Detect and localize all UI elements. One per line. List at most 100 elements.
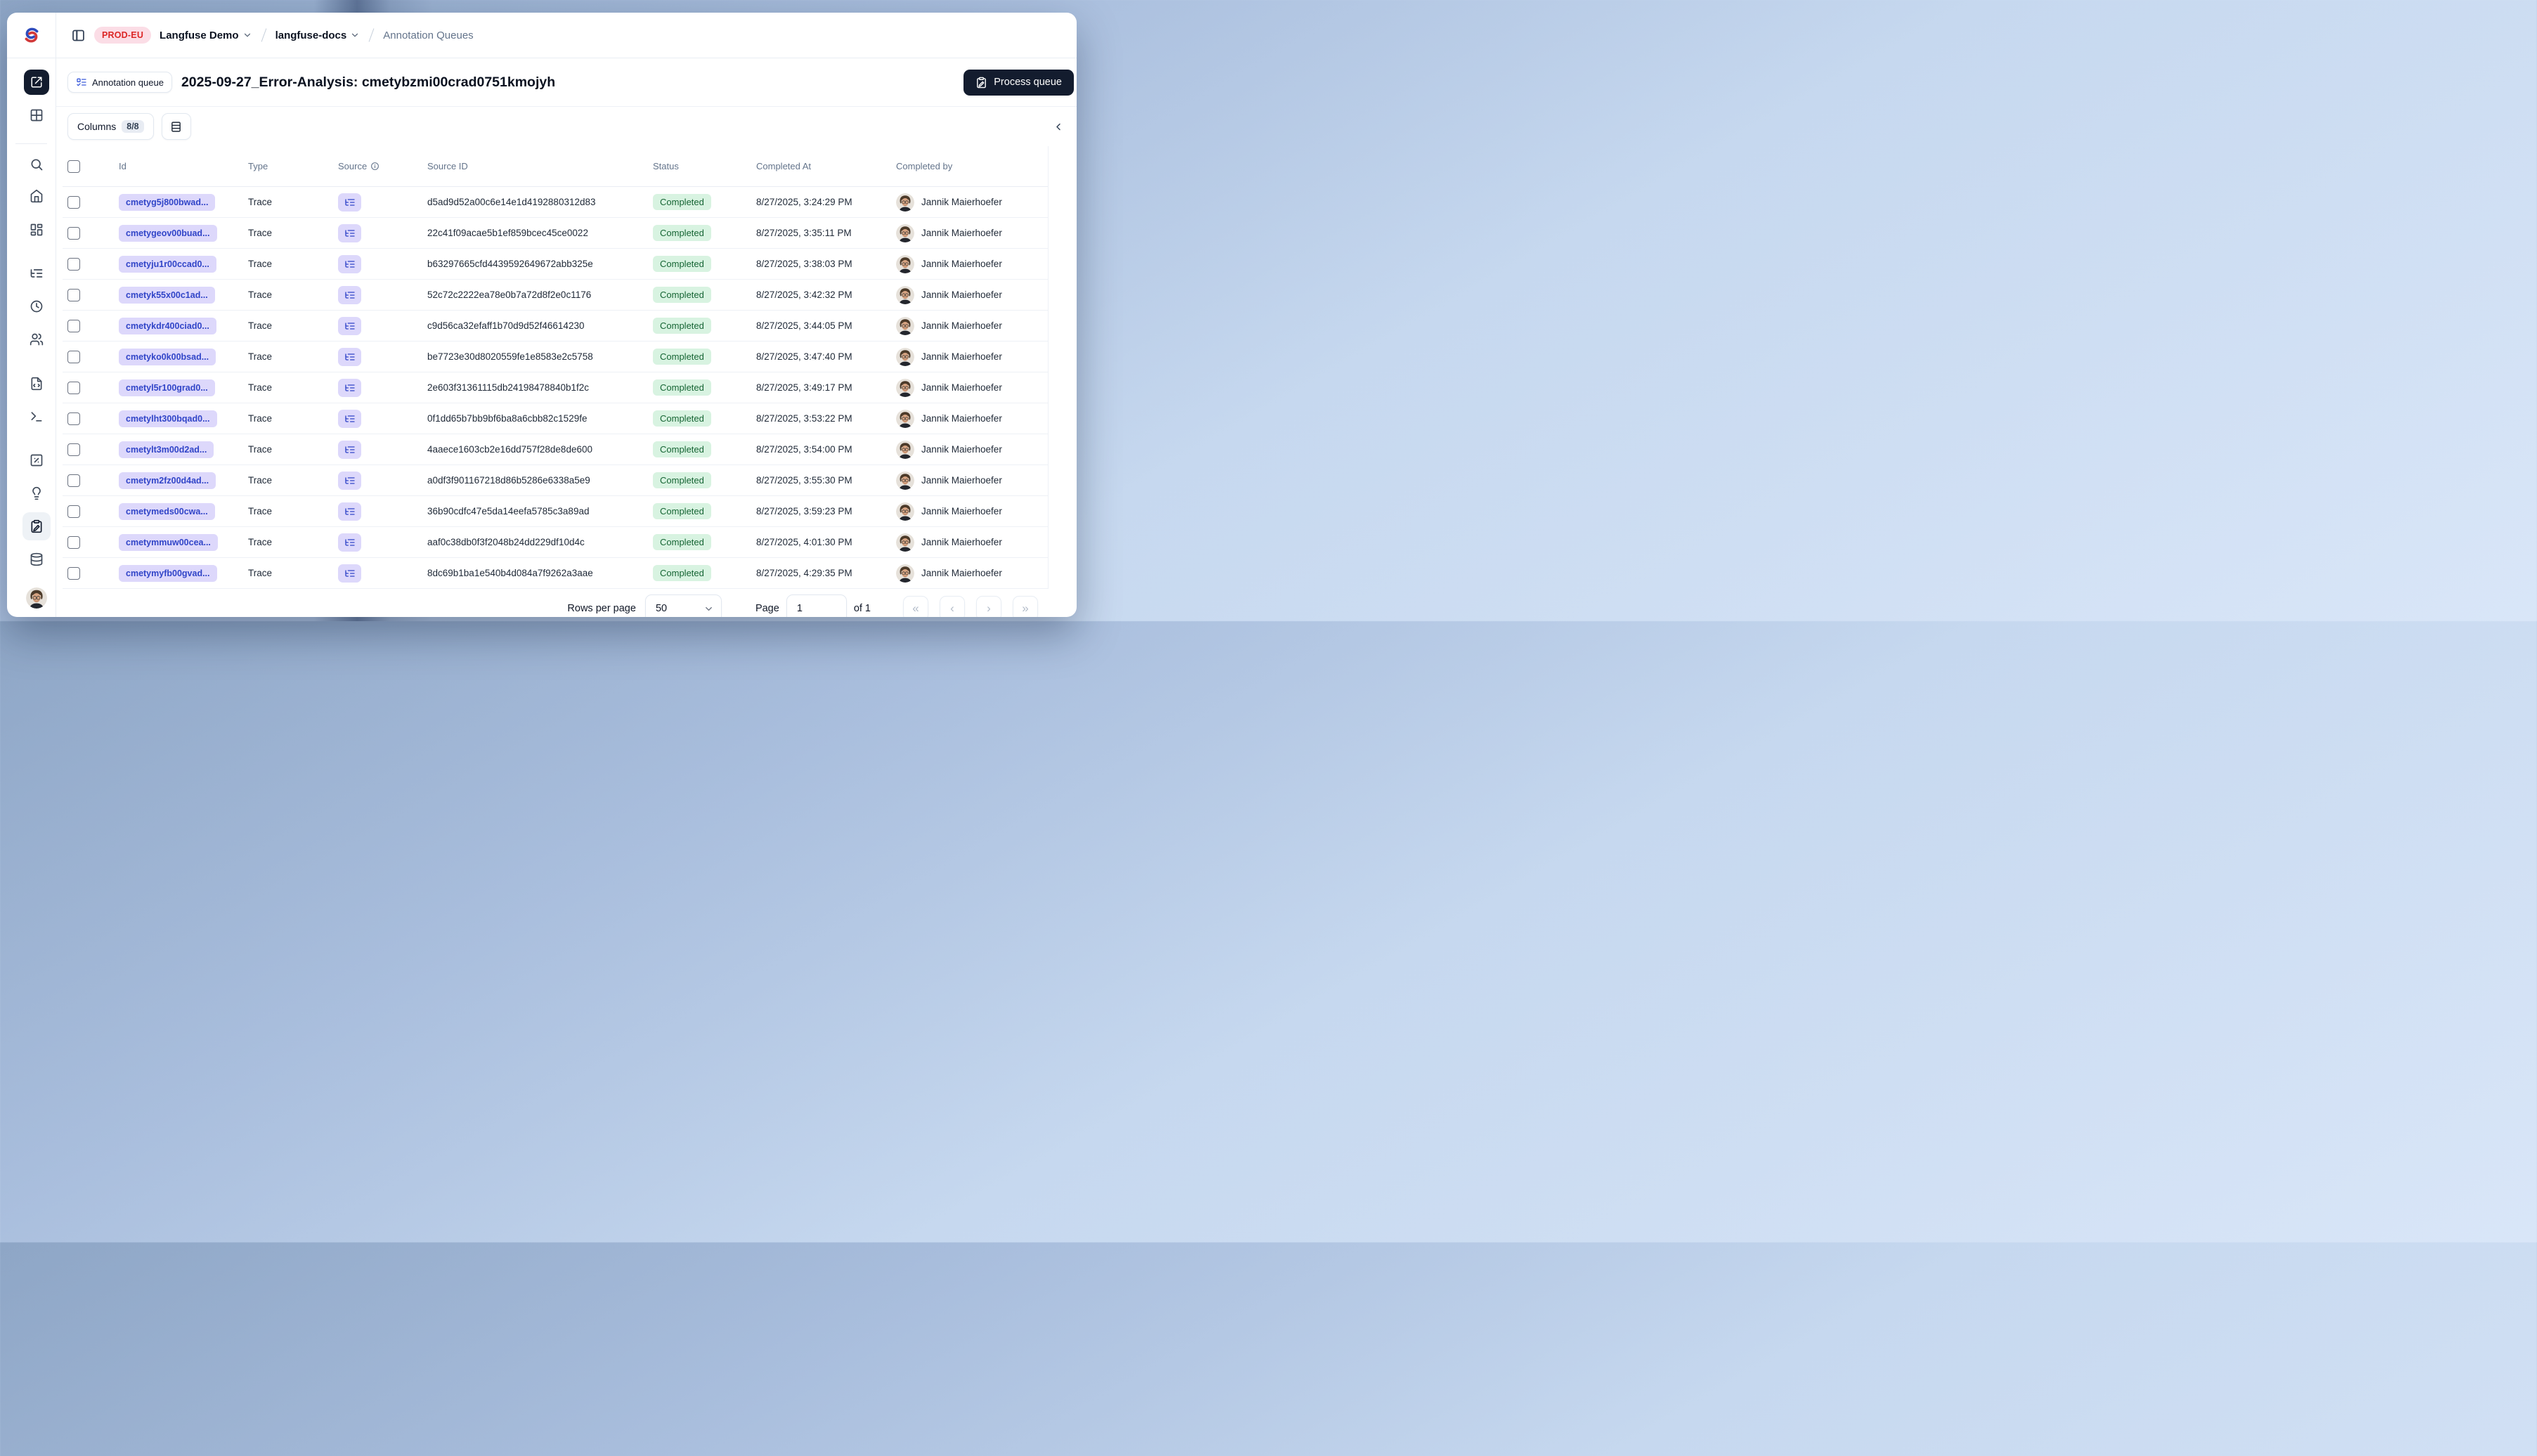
sidebar-item-external-link[interactable] — [24, 70, 49, 95]
select-all-checkbox[interactable] — [67, 160, 80, 173]
row-completed-by: Jannik Maierhoefer — [921, 259, 1002, 269]
process-queue-button[interactable]: Process queue — [963, 69, 1074, 96]
sidebar-item-users[interactable] — [24, 327, 49, 352]
row-id-badge[interactable]: cmetylt3m00d2ad... — [119, 441, 214, 458]
sidebar-item-home[interactable] — [24, 183, 49, 209]
table-row[interactable]: cmetylt3m00d2ad... Trace 4aaece1603cb2e1… — [63, 434, 1048, 465]
table-row[interactable]: cmetyko0k00bsad... Trace be7723e30d80205… — [63, 342, 1048, 372]
row-source-badge[interactable] — [338, 193, 361, 212]
row-id-badge[interactable]: cmetyko0k00bsad... — [119, 348, 216, 365]
sidebar-item-datasets[interactable] — [24, 547, 49, 572]
row-checkbox[interactable] — [67, 381, 80, 394]
row-checkbox[interactable] — [67, 288, 80, 301]
row-source-badge[interactable] — [338, 564, 361, 583]
row-id-badge[interactable]: cmetymeds00cwa... — [119, 502, 215, 520]
row-checkbox[interactable] — [67, 350, 80, 363]
sidebar-item-sessions[interactable] — [24, 294, 49, 319]
row-checkbox[interactable] — [67, 474, 80, 487]
table-row[interactable]: cmetymmuw00cea... Trace aaf0c38db0f3f204… — [63, 527, 1048, 558]
row-checkbox[interactable] — [67, 566, 80, 580]
sidebar-item-dashboards[interactable] — [24, 217, 49, 242]
clock-icon — [30, 299, 44, 313]
header-status[interactable]: Status — [653, 161, 679, 171]
sidebar-item-tracing[interactable] — [24, 261, 49, 286]
row-source-badge[interactable] — [338, 502, 361, 521]
row-checkbox[interactable] — [67, 319, 80, 332]
row-completed-by: Jannik Maierhoefer — [921, 228, 1002, 238]
annotation-queue-type-badge[interactable]: Annotation queue — [67, 72, 172, 93]
row-source-badge[interactable] — [338, 378, 361, 397]
row-id-badge[interactable]: cmetymmuw00cea... — [119, 533, 218, 551]
table-row[interactable]: cmetymyfb00gvad... Trace 8dc69b1ba1e540b… — [63, 558, 1048, 589]
table-row[interactable]: cmetyk55x00c1ad... Trace 52c72c2222ea78e… — [63, 280, 1048, 311]
row-checkbox[interactable] — [67, 535, 80, 549]
row-checkbox[interactable] — [67, 226, 80, 240]
row-source-badge[interactable] — [338, 533, 361, 552]
breadcrumb-org[interactable]: Langfuse Demo — [160, 30, 252, 41]
row-id-badge[interactable]: cmetym2fz00d4ad... — [119, 472, 216, 489]
table-row[interactable]: cmetym2fz00d4ad... Trace a0df3f901167218… — [63, 465, 1048, 496]
header-source[interactable]: Source — [338, 161, 379, 171]
table-row[interactable]: cmetylht300bqad0... Trace 0f1dd65b7bb9bf… — [63, 403, 1048, 434]
row-checkbox[interactable] — [67, 412, 80, 425]
row-id-badge[interactable]: cmetyju1r00ccad0... — [119, 255, 216, 273]
header-source-id[interactable]: Source ID — [427, 161, 468, 171]
first-page-button[interactable]: « — [903, 596, 928, 617]
row-id-badge[interactable]: cmetykdr400ciad0... — [119, 317, 216, 334]
sidebar-item-search[interactable] — [24, 152, 49, 177]
next-page-button[interactable]: › — [976, 596, 1001, 617]
page-number-input[interactable]: 1 — [786, 594, 847, 617]
row-id-badge[interactable]: cmetyl5r100grad0... — [119, 379, 215, 396]
environment-badge[interactable]: PROD-EU — [94, 27, 152, 44]
header-id[interactable]: Id — [119, 161, 126, 171]
row-id-badge[interactable]: cmetylht300bqad0... — [119, 410, 217, 427]
table-row[interactable]: cmetykdr400ciad0... Trace c9d56ca32efaff… — [63, 311, 1048, 342]
langfuse-logo-icon[interactable] — [22, 26, 41, 44]
previous-page-button[interactable]: ‹ — [940, 596, 965, 617]
row-source-badge[interactable] — [338, 285, 361, 304]
collapse-panel-button[interactable] — [1049, 117, 1068, 136]
panel-left-icon[interactable] — [71, 28, 86, 43]
row-checkbox[interactable] — [67, 257, 80, 271]
table-row[interactable]: cmetymeds00cwa... Trace 36b90cdfc47e5da1… — [63, 496, 1048, 527]
rows-per-page-select[interactable]: 50 — [644, 594, 722, 617]
user-avatar[interactable] — [26, 587, 47, 609]
row-checkbox[interactable] — [67, 195, 80, 209]
row-source-badge[interactable] — [338, 409, 361, 428]
row-checkbox[interactable] — [67, 505, 80, 518]
columns-button[interactable]: Columns 8/8 — [67, 113, 154, 140]
last-page-button[interactable]: » — [1013, 596, 1038, 617]
sidebar-item-tables[interactable] — [24, 103, 49, 128]
table-row[interactable]: cmetyg5j800bwad... Trace d5ad9d52a00c6e1… — [63, 187, 1048, 218]
row-source-badge[interactable] — [338, 316, 361, 335]
trace-tree-icon — [344, 320, 356, 332]
sidebar-item-annotation-queues[interactable] — [22, 512, 51, 540]
row-source-badge[interactable] — [338, 223, 361, 242]
breadcrumb-project[interactable]: langfuse-docs — [275, 30, 361, 41]
header-completed-by[interactable]: Completed by — [896, 161, 952, 171]
sidebar-item-insights[interactable] — [24, 481, 49, 506]
row-id-badge[interactable]: cmetymyfb00gvad... — [119, 564, 217, 582]
sidebar-item-playground[interactable] — [24, 404, 49, 429]
sidebar-item-evaluation[interactable] — [24, 448, 49, 473]
row-source-badge[interactable] — [338, 471, 361, 490]
row-completed-at: 8/27/2025, 3:59:23 PM — [756, 506, 852, 516]
row-height-button[interactable] — [161, 113, 191, 140]
row-source-badge[interactable] — [338, 440, 361, 459]
row-type: Trace — [248, 197, 273, 207]
row-id-badge[interactable]: cmetyg5j800bwad... — [119, 193, 216, 211]
table-row[interactable]: cmetyl5r100grad0... Trace 2e603f31361115… — [63, 372, 1048, 403]
avatar — [896, 502, 914, 521]
table-row[interactable]: cmetygeov00buad... Trace 22c41f09acae5b1… — [63, 218, 1048, 249]
row-source-badge[interactable] — [338, 347, 361, 366]
info-icon[interactable] — [370, 162, 379, 171]
header-type[interactable]: Type — [248, 161, 268, 171]
row-checkbox[interactable] — [67, 443, 80, 456]
table-row[interactable]: cmetyju1r00ccad0... Trace b63297665cfd44… — [63, 249, 1048, 280]
row-id-badge[interactable]: cmetygeov00buad... — [119, 224, 217, 242]
row-id-badge[interactable]: cmetyk55x00c1ad... — [119, 286, 215, 304]
sidebar-item-prompts[interactable] — [24, 371, 49, 396]
header-completed-at[interactable]: Completed At — [756, 161, 811, 171]
row-source-badge[interactable] — [338, 254, 361, 273]
row-completed-by: Jannik Maierhoefer — [921, 351, 1002, 362]
